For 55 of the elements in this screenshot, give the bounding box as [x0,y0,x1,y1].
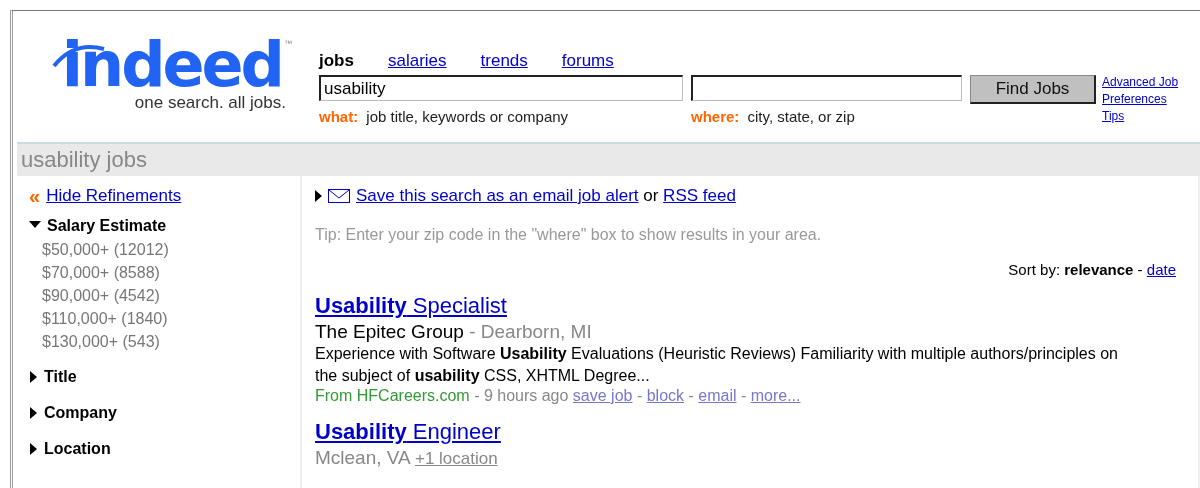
what-field[interactable]: usability [319,75,683,101]
double-chevron-icon: « [29,187,41,205]
what-hint: what: job title, keywords or company [319,108,570,125]
rss-feed-link[interactable]: RSS feed [663,186,736,205]
job-action-link[interactable]: more... [750,387,801,404]
refinement-heading[interactable]: Salary Estimate [47,217,167,235]
right-triangle-icon[interactable] [29,371,38,383]
where-hint: where: city, state, or zip [691,108,856,125]
right-triangle-icon [315,190,322,202]
job-action-link[interactable]: block [646,387,685,404]
refinement-heading[interactable]: Title [44,368,77,386]
nav-tab[interactable]: forums [561,51,614,71]
job-action-link[interactable]: email [698,387,737,404]
trademark-symbol: ™ [284,39,292,48]
more-locations-link[interactable]: +1 location [415,449,498,468]
tip-text: Tip: Enter your zip code in the "where" box to show results in your area. [315,226,823,244]
nav-tab[interactable]: trends [480,51,528,71]
separator: - [739,387,748,404]
hide-refinements-link[interactable]: Hide Refinements [46,186,182,206]
company-location: The Epitec Group - Dearborn, MI [315,321,593,343]
side-link[interactable]: Preferences [1102,91,1179,108]
email-alert-link[interactable]: Save this search as an email job alert [356,186,639,205]
separator: - [687,387,695,404]
job-action-link[interactable]: save job [572,387,633,404]
side-link[interactable]: Tips [1102,108,1179,125]
refinement-option[interactable]: $70,000+ (8588) [29,261,300,284]
right-triangle-icon[interactable] [29,443,38,455]
nav-tab[interactable]: salaries [387,51,447,71]
side-link[interactable]: Advanced Job [1102,74,1179,91]
sort-label: Sort by: [1008,261,1062,278]
sort-option[interactable]: relevance [1064,261,1134,278]
refinement-option[interactable]: $90,000+ (4542) [29,284,300,307]
find-jobs-button[interactable]: Find Jobs [970,75,1096,104]
refinement-option[interactable]: $50,000+ (12012) [29,238,300,261]
job-age: - 9 hours ago [473,387,570,404]
job-location: Mclean, VA [315,447,412,468]
separator: - [635,387,644,404]
alert-text: Save this search as an email job alert or RSS feed [356,186,736,206]
logo-tagline: one search. all jobs. [134,93,286,113]
logo-wordmark[interactable]: indeed [61,37,282,93]
where-field[interactable] [691,75,962,101]
envelope-icon [328,189,350,203]
job-snippet: Experience with Software Usability Evaluations (Heuristic Reviews) Familiarity with multiple authors/principles on the subject of usability CSS, XHTML Degree... [315,344,1119,386]
job-source: From HFCareers.com [315,387,470,404]
refinement-option[interactable]: $130,000+ (543) [29,330,300,353]
right-triangle-icon[interactable] [29,407,38,419]
sort-option[interactable]: date [1146,261,1176,278]
nav-tab[interactable]: jobs [319,51,354,71]
separator: - [1136,261,1144,278]
job-title-link[interactable]: Usability Specialist [315,293,507,319]
refinement-option[interactable]: $110,000+ (1840) [29,307,300,330]
refinement-heading[interactable]: Location [44,440,111,458]
refinement-heading[interactable]: Company [44,404,117,422]
job-title-link[interactable]: Usability Engineer [315,419,501,445]
results-heading: usability jobs [17,144,1200,176]
